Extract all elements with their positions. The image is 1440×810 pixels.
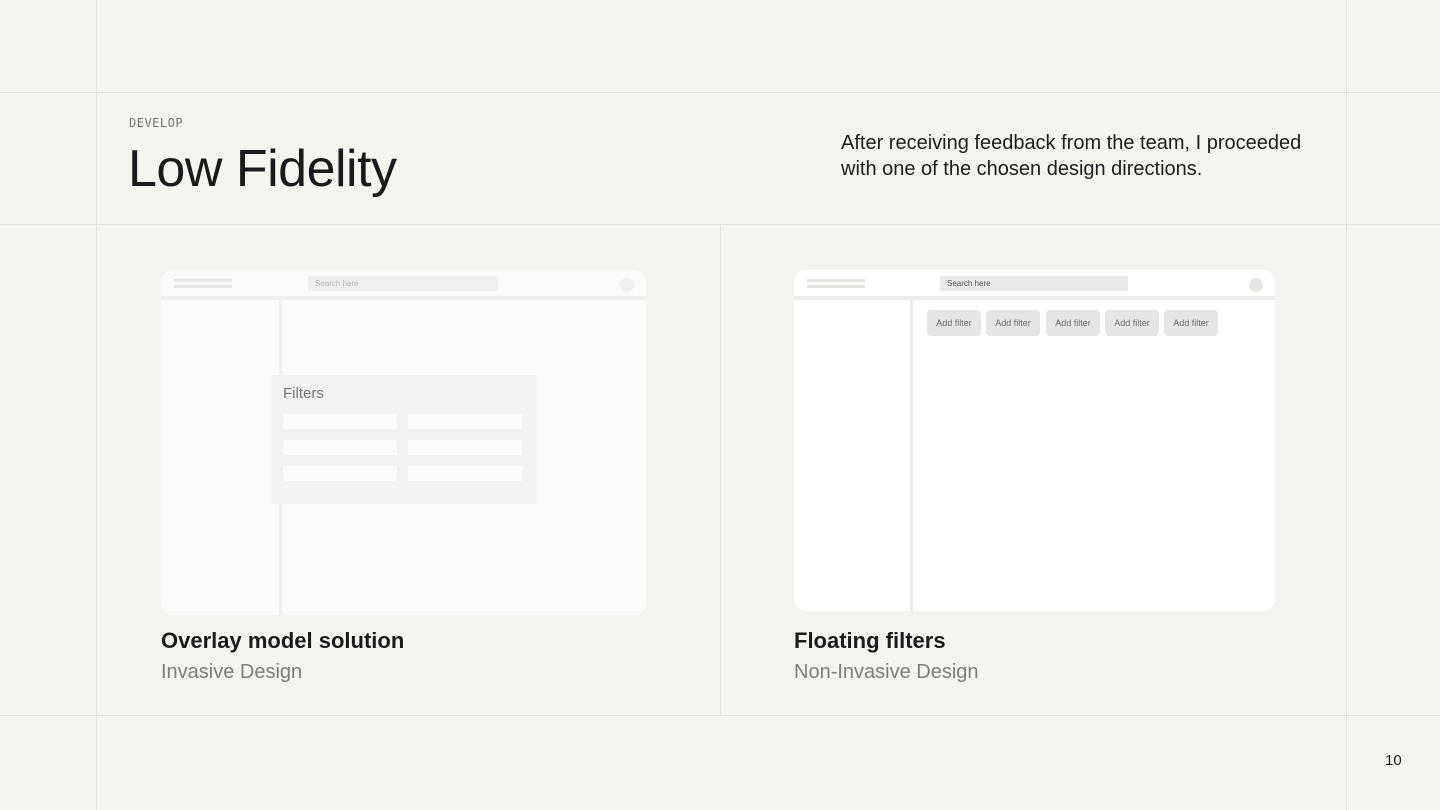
floating-filters-wireframe: Search here Add filter Add filter Add fi… [794,270,1275,611]
right-caption-subtitle: Non-Invasive Design [794,661,979,683]
avatar [620,278,634,292]
grid-line [720,224,721,715]
logo-placeholder [807,285,865,288]
logo-placeholder [174,285,232,288]
filter-field [283,414,397,429]
right-caption-title: Floating filters [794,628,946,653]
overlay-wireframe: Search here Filters [161,270,646,615]
grid-line [0,715,1440,716]
add-filter-chip: Add filter [1105,310,1159,336]
left-caption-title: Overlay model solution [161,628,405,653]
filter-field [408,440,522,455]
filter-field [408,466,522,481]
left-caption-subtitle: Invasive Design [161,661,303,683]
page-title: Low Fidelity [128,140,397,198]
wireframe-header: Search here [161,270,646,300]
filters-title: Filters [283,385,324,402]
add-filter-chip: Add filter [1164,310,1218,336]
search-input: Search here [308,276,498,291]
logo-placeholder [807,279,865,282]
logo-placeholder [174,279,232,282]
grid-line [96,0,97,810]
wireframe-header: Search here [794,270,1275,300]
sidebar-divider [910,300,913,611]
add-filter-chip: Add filter [1046,310,1100,336]
section-eyebrow: DEVELOP [129,116,184,130]
add-filter-chip: Add filter [986,310,1040,336]
filters-overlay-panel: Filters [271,375,537,504]
grid-line [0,92,1440,93]
search-input: Search here [940,276,1128,291]
add-filter-chip: Add filter [927,310,981,336]
filter-field [283,440,397,455]
filter-field [408,414,522,429]
filter-field [283,466,397,481]
grid-line [1346,0,1347,810]
page-number: 10 [1385,752,1402,769]
intro-text: After receiving feedback from the team, … [841,132,1302,180]
avatar [1249,278,1263,292]
